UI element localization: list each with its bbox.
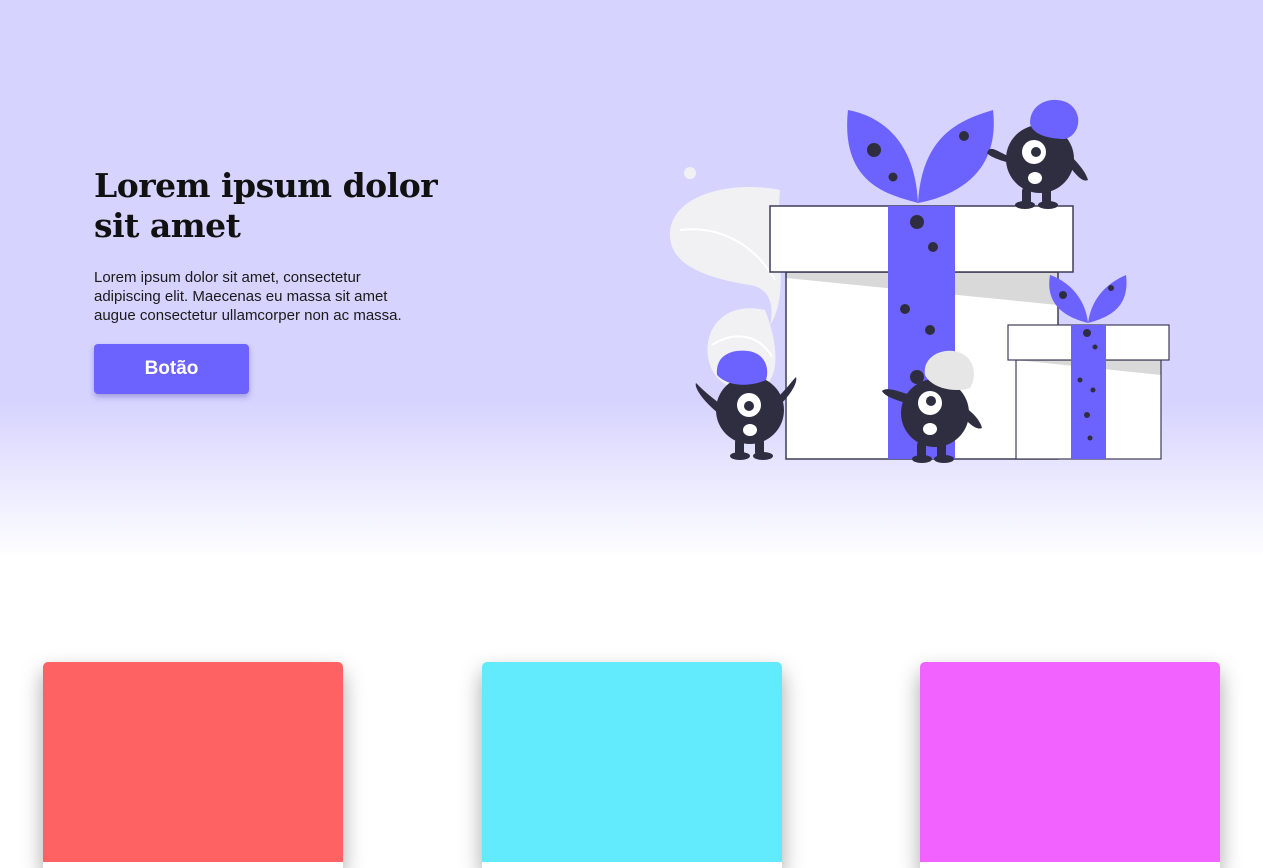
hero-title: Lorem ipsum dolor sit amet	[94, 166, 438, 245]
card-color-block	[920, 662, 1220, 862]
hero-button[interactable]: Botão	[94, 344, 249, 394]
hero-section: Lorem ipsum dolor sit amet Lorem ipsum d…	[0, 0, 1263, 560]
gift-boxes-illustration	[670, 99, 1170, 463]
card[interactable]	[482, 662, 782, 868]
card[interactable]	[920, 662, 1220, 868]
hero-description: Lorem ipsum dolor sit amet, consectetur …	[94, 269, 402, 324]
card-color-block	[43, 662, 343, 862]
card-color-block	[482, 662, 782, 862]
card[interactable]	[43, 662, 343, 868]
